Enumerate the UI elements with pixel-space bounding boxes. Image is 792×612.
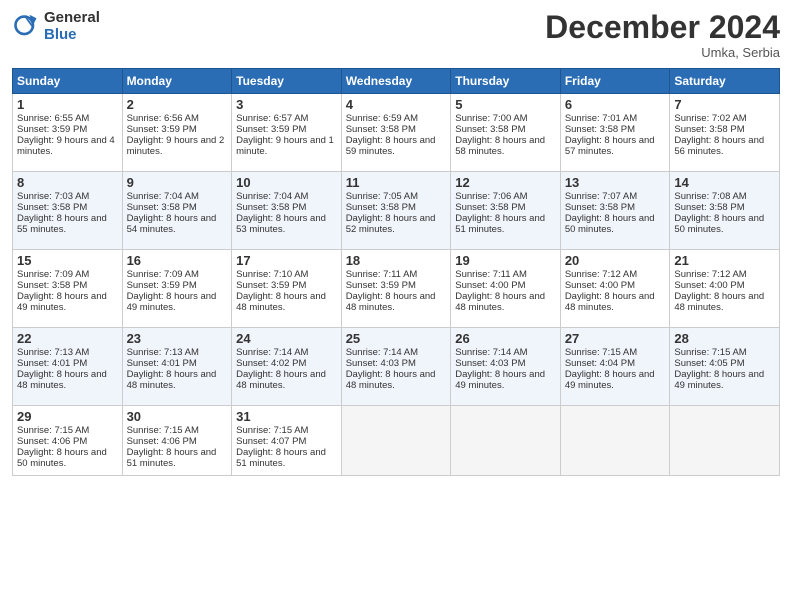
th-friday: Friday <box>560 69 670 94</box>
table-row: 14Sunrise: 7:08 AMSunset: 3:58 PMDayligh… <box>670 172 780 250</box>
table-row: 25Sunrise: 7:14 AMSunset: 4:03 PMDayligh… <box>341 328 451 406</box>
table-row: 8Sunrise: 7:03 AMSunset: 3:58 PMDaylight… <box>13 172 123 250</box>
logo: General Blue <box>12 10 100 43</box>
table-row: 11Sunrise: 7:05 AMSunset: 3:58 PMDayligh… <box>341 172 451 250</box>
th-wednesday: Wednesday <box>341 69 451 94</box>
table-row: 1Sunrise: 6:55 AMSunset: 3:59 PMDaylight… <box>13 94 123 172</box>
th-saturday: Saturday <box>670 69 780 94</box>
table-row: 31Sunrise: 7:15 AMSunset: 4:07 PMDayligh… <box>232 406 342 476</box>
title-block: December 2024 Umka, Serbia <box>545 10 780 60</box>
table-row: 22Sunrise: 7:13 AMSunset: 4:01 PMDayligh… <box>13 328 123 406</box>
logo-blue-text: Blue <box>44 27 100 44</box>
table-row: 13Sunrise: 7:07 AMSunset: 3:58 PMDayligh… <box>560 172 670 250</box>
header-row: Sunday Monday Tuesday Wednesday Thursday… <box>13 69 780 94</box>
table-row <box>670 406 780 476</box>
th-monday: Monday <box>122 69 232 94</box>
table-row: 23Sunrise: 7:13 AMSunset: 4:01 PMDayligh… <box>122 328 232 406</box>
table-row: 21Sunrise: 7:12 AMSunset: 4:00 PMDayligh… <box>670 250 780 328</box>
table-row: 18Sunrise: 7:11 AMSunset: 3:59 PMDayligh… <box>341 250 451 328</box>
header: General Blue December 2024 Umka, Serbia <box>12 10 780 60</box>
table-row <box>451 406 561 476</box>
table-row: 4Sunrise: 6:59 AMSunset: 3:58 PMDaylight… <box>341 94 451 172</box>
table-row: 5Sunrise: 7:00 AMSunset: 3:58 PMDaylight… <box>451 94 561 172</box>
table-row: 10Sunrise: 7:04 AMSunset: 3:58 PMDayligh… <box>232 172 342 250</box>
table-row: 6Sunrise: 7:01 AMSunset: 3:58 PMDaylight… <box>560 94 670 172</box>
table-row: 2Sunrise: 6:56 AMSunset: 3:59 PMDaylight… <box>122 94 232 172</box>
table-row: 24Sunrise: 7:14 AMSunset: 4:02 PMDayligh… <box>232 328 342 406</box>
table-row: 28Sunrise: 7:15 AMSunset: 4:05 PMDayligh… <box>670 328 780 406</box>
table-row: 15Sunrise: 7:09 AMSunset: 3:58 PMDayligh… <box>13 250 123 328</box>
month-title: December 2024 <box>545 10 780 45</box>
th-thursday: Thursday <box>451 69 561 94</box>
th-tuesday: Tuesday <box>232 69 342 94</box>
table-row: 30Sunrise: 7:15 AMSunset: 4:06 PMDayligh… <box>122 406 232 476</box>
table-row: 3Sunrise: 6:57 AMSunset: 3:59 PMDaylight… <box>232 94 342 172</box>
table-row: 7Sunrise: 7:02 AMSunset: 3:58 PMDaylight… <box>670 94 780 172</box>
calendar-table: Sunday Monday Tuesday Wednesday Thursday… <box>12 68 780 476</box>
logo-general-text: General <box>44 10 100 27</box>
table-row: 27Sunrise: 7:15 AMSunset: 4:04 PMDayligh… <box>560 328 670 406</box>
table-row: 17Sunrise: 7:10 AMSunset: 3:59 PMDayligh… <box>232 250 342 328</box>
table-row: 12Sunrise: 7:06 AMSunset: 3:58 PMDayligh… <box>451 172 561 250</box>
page-container: General Blue December 2024 Umka, Serbia … <box>0 0 792 484</box>
table-row <box>341 406 451 476</box>
table-row: 20Sunrise: 7:12 AMSunset: 4:00 PMDayligh… <box>560 250 670 328</box>
table-row <box>560 406 670 476</box>
logo-icon <box>12 13 40 41</box>
table-row: 26Sunrise: 7:14 AMSunset: 4:03 PMDayligh… <box>451 328 561 406</box>
table-row: 29Sunrise: 7:15 AMSunset: 4:06 PMDayligh… <box>13 406 123 476</box>
table-row: 16Sunrise: 7:09 AMSunset: 3:59 PMDayligh… <box>122 250 232 328</box>
location: Umka, Serbia <box>545 45 780 60</box>
logo-text: General Blue <box>44 10 100 43</box>
table-row: 19Sunrise: 7:11 AMSunset: 4:00 PMDayligh… <box>451 250 561 328</box>
table-row: 9Sunrise: 7:04 AMSunset: 3:58 PMDaylight… <box>122 172 232 250</box>
th-sunday: Sunday <box>13 69 123 94</box>
